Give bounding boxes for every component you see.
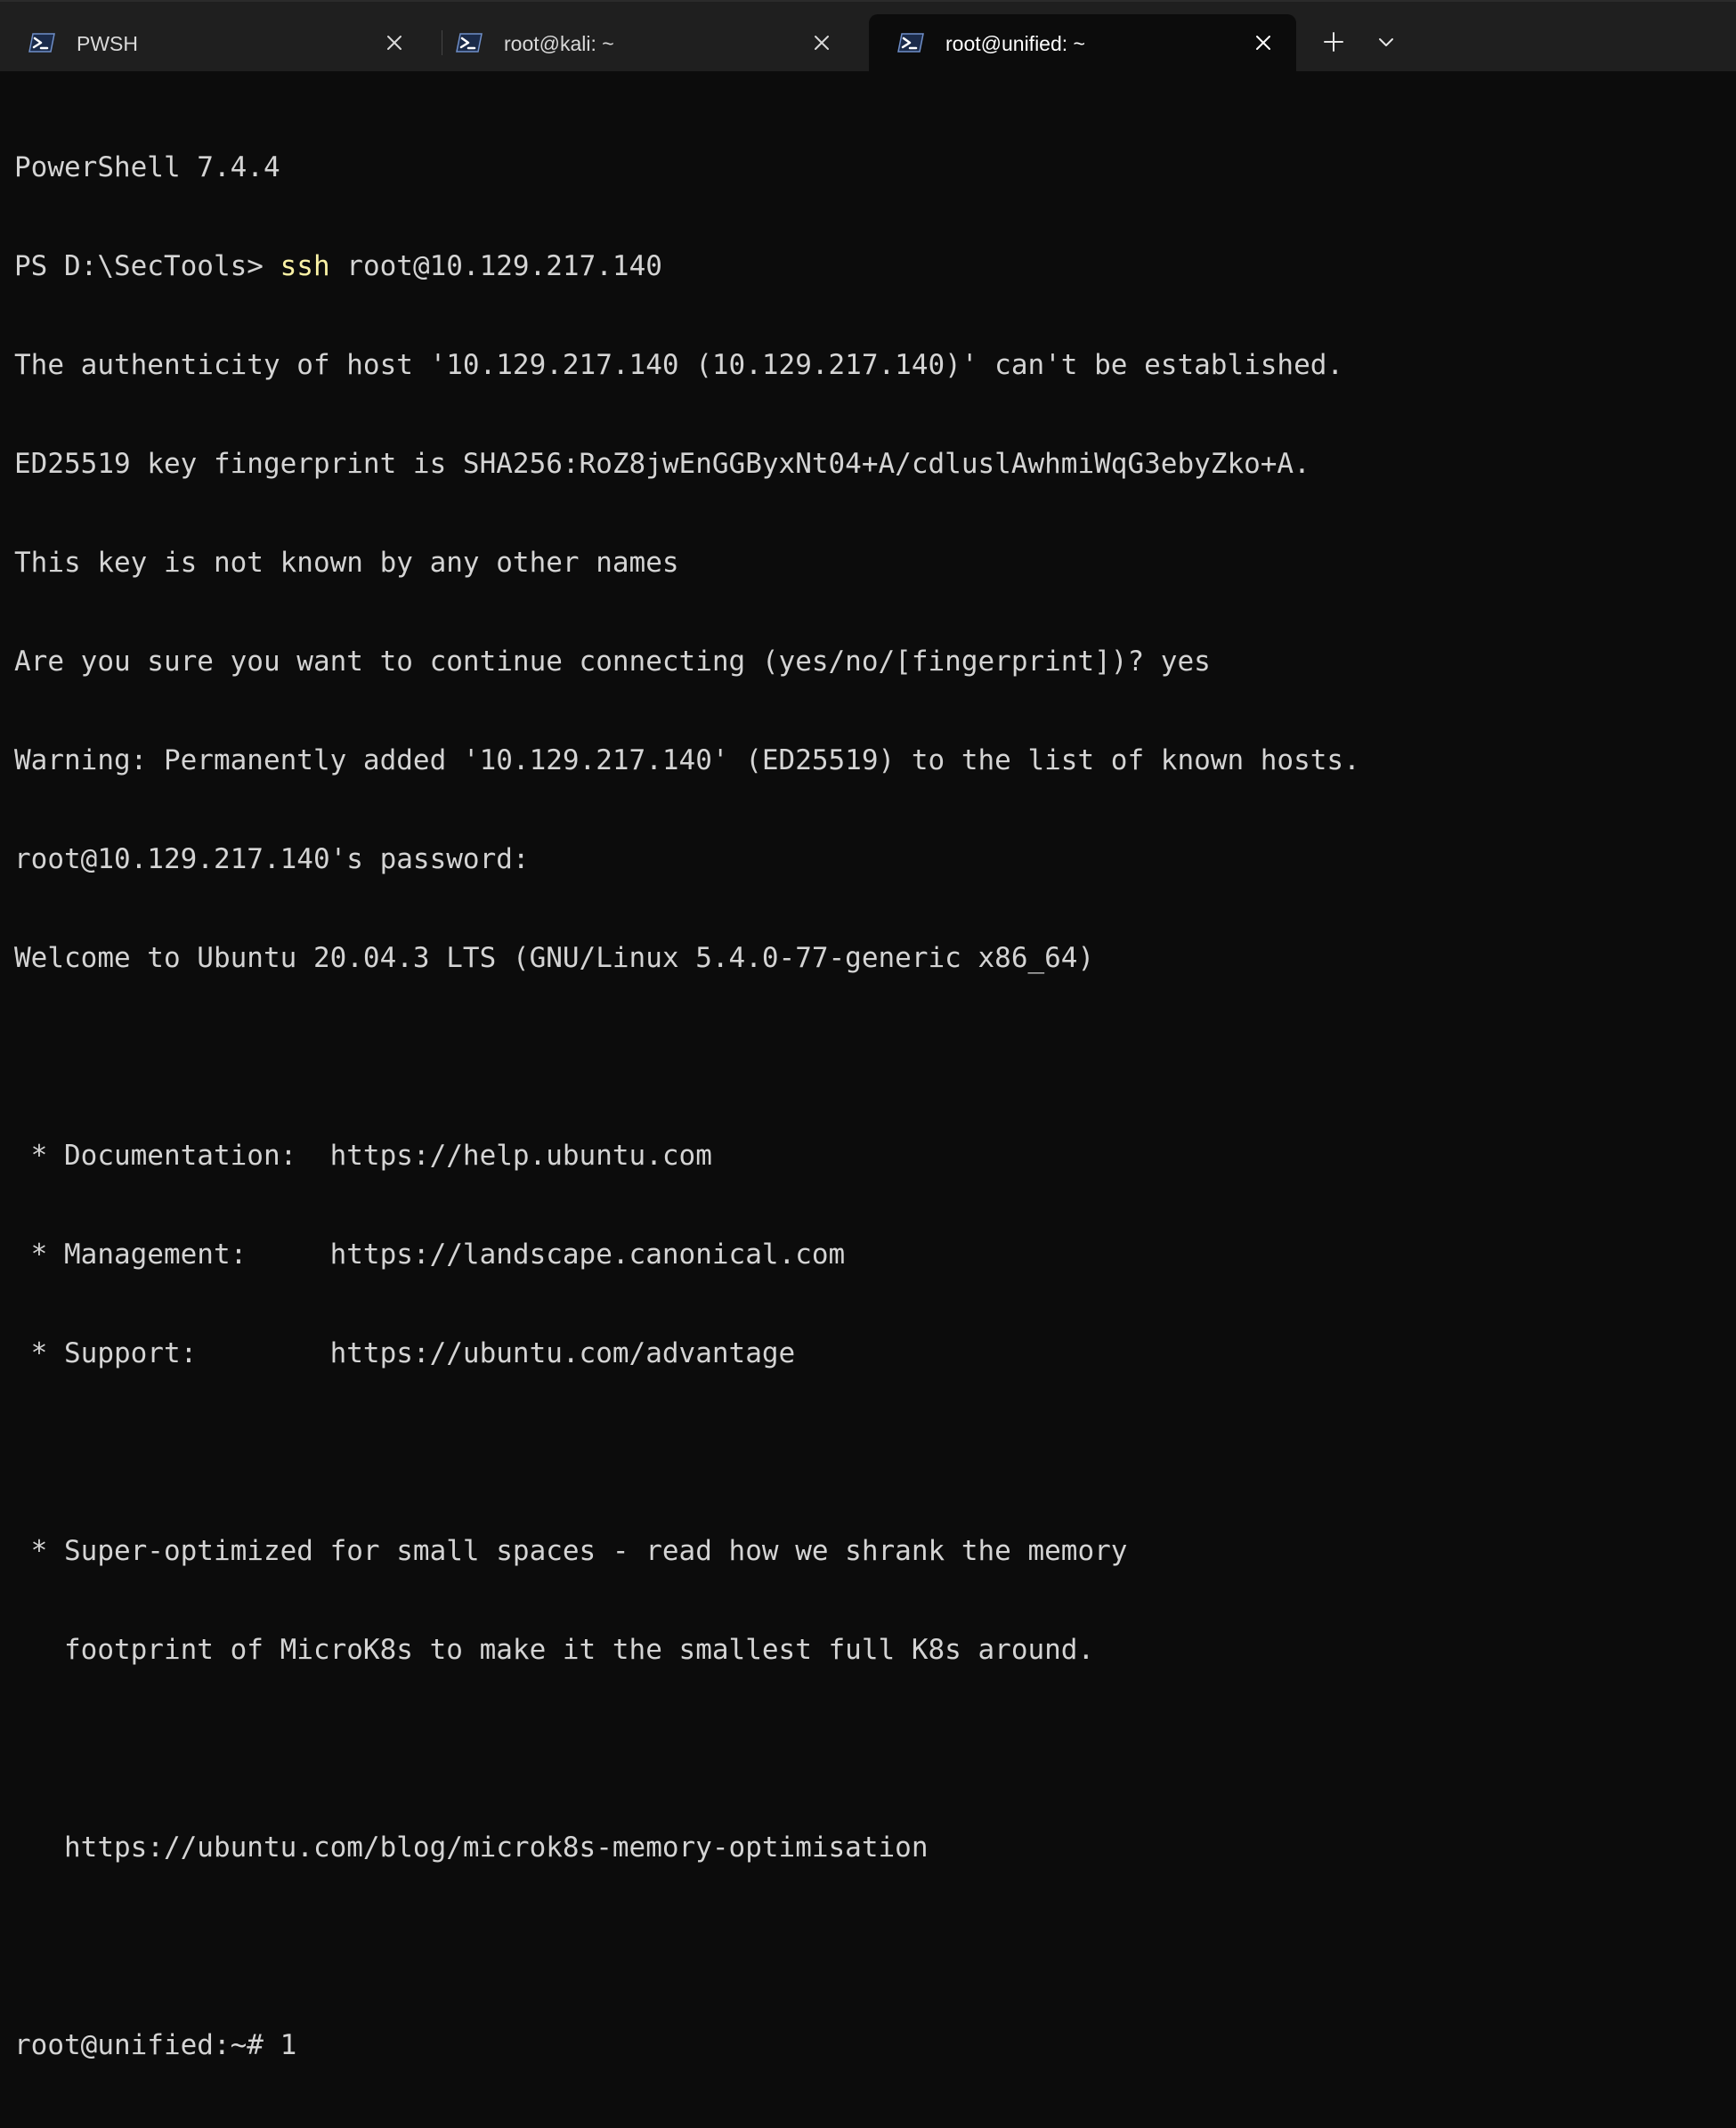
close-icon[interactable] <box>383 31 406 54</box>
command-name: ssh <box>280 250 330 282</box>
tab-pwsh[interactable]: PWSH <box>0 14 427 71</box>
new-tab-button[interactable] <box>1320 28 1347 55</box>
terminal-line: * Documentation: https://help.ubuntu.com <box>14 1140 712 1172</box>
tab-bar: PWSH root@kali: ~ root@unified: ~ <box>0 0 1736 71</box>
terminal-line: root@10.129.217.140's password: <box>14 843 530 875</box>
terminal-line: Warning: Permanently added '10.129.217.1… <box>14 744 1360 776</box>
tab-label: root@kali: ~ <box>504 32 614 55</box>
powershell-icon <box>28 32 55 53</box>
tab-label: PWSH <box>77 32 138 55</box>
terminal-line: * Support: https://ubuntu.com/advantage <box>14 1337 796 1369</box>
terminal-line: https://ubuntu.com/blog/microk8s-memory-… <box>14 1832 929 1864</box>
tab-label: root@unified: ~ <box>945 32 1085 55</box>
terminal-line: PowerShell 7.4.4 <box>14 151 280 183</box>
terminal-pane[interactable]: PowerShell 7.4.4 PS D:\SecTools> ssh roo… <box>0 71 1736 2061</box>
terminal-line: * Management: https://landscape.canonica… <box>14 1239 846 1271</box>
close-icon[interactable] <box>1252 31 1275 54</box>
tab-dropdown-button[interactable] <box>1373 28 1399 55</box>
command-args: root@10.129.217.140 <box>329 250 662 282</box>
window-top-edge <box>0 0 1736 2</box>
chevron-down-icon <box>1373 28 1399 55</box>
tab-root-kali[interactable]: root@kali: ~ <box>427 14 855 71</box>
terminal-line: Are you sure you want to continue connec… <box>14 646 1211 678</box>
terminal-line: footprint of MicroK8s to make it the sma… <box>14 1634 1095 1666</box>
terminal-output: PowerShell 7.4.4 PS D:\SecTools> ssh roo… <box>14 85 1360 2128</box>
plus-icon <box>1320 28 1347 55</box>
terminal-command-line: PS D:\SecTools> ssh root@10.129.217.140 <box>14 250 1360 283</box>
tab-root-unified[interactable]: root@unified: ~ <box>869 14 1296 71</box>
close-icon[interactable] <box>810 31 833 54</box>
terminal-line: ED25519 key fingerprint is SHA256:RoZ8jw… <box>14 448 1310 480</box>
terminal-line: The authenticity of host '10.129.217.140… <box>14 349 1344 381</box>
terminal-prompt-line: root@unified:~# 1 <box>14 2029 297 2061</box>
powershell-icon <box>456 32 483 53</box>
prompt-prefix: PS D:\SecTools> <box>14 250 280 282</box>
terminal-line: * Super-optimized for small spaces - rea… <box>14 1535 1128 1567</box>
terminal-line: Welcome to Ubuntu 20.04.3 LTS (GNU/Linux… <box>14 942 1095 974</box>
terminal-line: This key is not known by any other names <box>14 547 679 579</box>
powershell-icon <box>897 32 924 53</box>
